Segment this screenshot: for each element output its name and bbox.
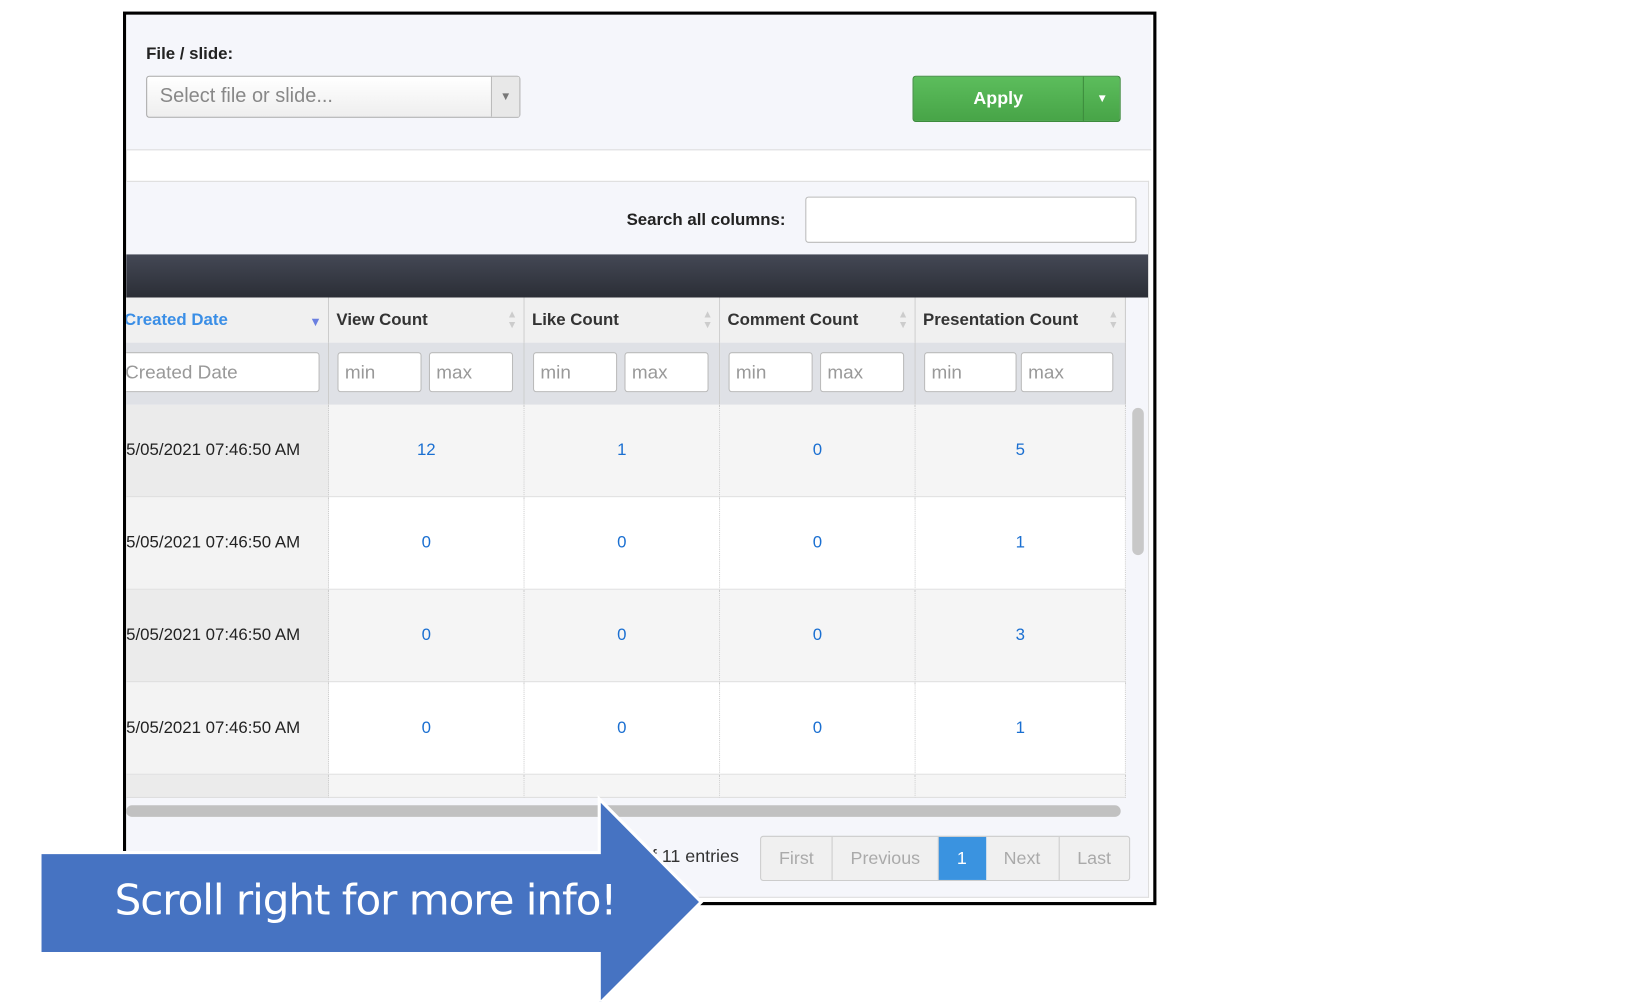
callout-text: Scroll right for more info!: [114, 876, 618, 926]
callout-arrow: [38, 795, 704, 1002]
